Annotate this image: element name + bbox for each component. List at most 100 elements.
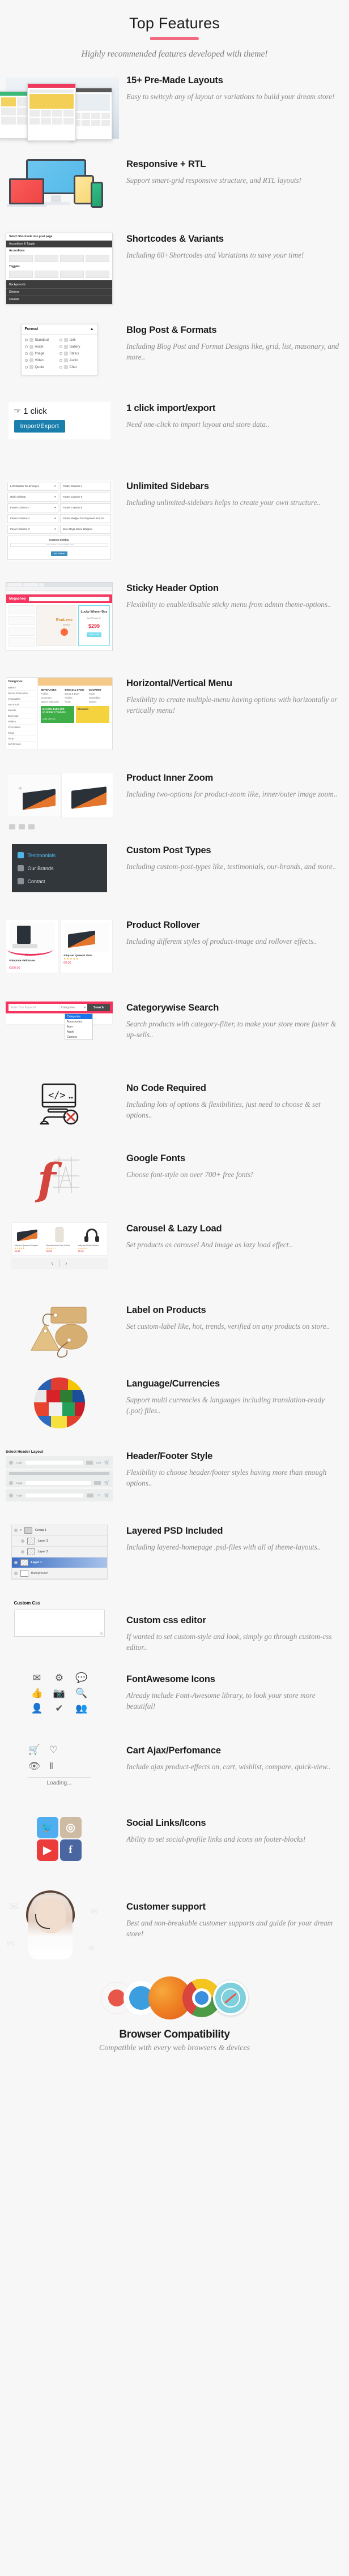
header-layout-option-1[interactable]: Logo Cart 🛒 bbox=[6, 1456, 113, 1469]
carousel-item[interactable]: Reprehenderit Sed In Sed ★★★☆☆ $$.$$ bbox=[44, 1223, 75, 1255]
radio-icon[interactable] bbox=[59, 352, 62, 355]
menu-category-item[interactable]: Soft Drinker bbox=[8, 742, 36, 747]
search-button[interactable]: Search bbox=[87, 1004, 110, 1011]
menu-category-item[interactable]: Bakery bbox=[8, 685, 36, 691]
chevron-up-icon[interactable]: ▲ bbox=[90, 327, 94, 331]
store-banner[interactable]: ExoLens Series bbox=[36, 605, 76, 646]
cpt-menu-item-testimonials[interactable]: Testimonials bbox=[12, 849, 107, 862]
dropdown-option[interactable]: Accessories bbox=[65, 1019, 92, 1024]
radio-icon[interactable] bbox=[24, 339, 28, 341]
sidebar-row[interactable]: Footer Column 4 bbox=[60, 482, 111, 491]
category-dropdown[interactable]: Categories Accessories Acer Apple Camera bbox=[65, 1013, 93, 1040]
menu-column-item[interactable]: Bread & Dairy bbox=[65, 692, 85, 695]
carousel-nav[interactable]: ‹ › bbox=[11, 1258, 108, 1269]
menu-category-item[interactable]: Sweets bbox=[8, 708, 36, 713]
menu-category-item[interactable]: Chocolates bbox=[8, 725, 36, 730]
chevron-down-icon[interactable]: ▾ bbox=[54, 506, 56, 510]
product-card[interactable] bbox=[8, 605, 35, 614]
product-card[interactable]: 🛒 ♡ ∥ Voluptate Velit Esse ☆☆☆☆☆ €500.00 bbox=[6, 919, 58, 973]
menu-column-item[interactable]: Sweets bbox=[89, 700, 109, 703]
header-layout-option-2[interactable]: Logo 🛒 bbox=[6, 1470, 113, 1487]
menu-column-item[interactable]: Vegetables bbox=[89, 696, 109, 699]
dropdown-option[interactable]: Apple bbox=[65, 1029, 92, 1034]
product-thumbnails[interactable] bbox=[9, 824, 35, 829]
browser-tabs[interactable] bbox=[6, 583, 112, 587]
format-option[interactable]: Image bbox=[24, 352, 59, 356]
eye-icon[interactable] bbox=[20, 1550, 24, 1554]
header-layout-option-3[interactable]: Logo ☺ 🛒 bbox=[6, 1489, 113, 1501]
import-export-button[interactable]: Import/Export bbox=[14, 420, 66, 433]
radio-icon[interactable] bbox=[59, 345, 62, 348]
youtube-icon[interactable]: ▶ bbox=[36, 1839, 58, 1862]
radio-icon[interactable] bbox=[59, 366, 62, 369]
menu-category-item[interactable]: Kings bbox=[8, 730, 36, 736]
carousel-item[interactable]: Aliquam Quaerat Voluptat... ★★★★★ $$.$$ bbox=[12, 1223, 44, 1255]
sidebar-row[interactable]: Right Sidebar ▾ bbox=[7, 493, 58, 502]
chevron-down-icon[interactable]: ▾ bbox=[20, 1529, 22, 1532]
dropdown-option[interactable]: Acer bbox=[65, 1024, 92, 1029]
sidebar-row[interactable]: Footer Column 3 ▾ bbox=[7, 525, 58, 534]
chevron-down-icon[interactable]: ▾ bbox=[54, 495, 56, 499]
menu-category-item[interactable]: Spices Ediocation bbox=[8, 691, 36, 696]
carousel-item[interactable]: Voluptas Nulla Pariatur ★★★★☆ $$.$$ bbox=[75, 1223, 107, 1255]
menu-category-item[interactable]: Beverage bbox=[8, 713, 36, 719]
search-input[interactable]: Enter Your Keyword.. bbox=[8, 1004, 59, 1011]
format-option[interactable]: Aside bbox=[24, 345, 59, 349]
sidebar-row[interactable]: Max Mega Menu Widgets bbox=[60, 525, 111, 534]
dropdown-option[interactable]: Categories bbox=[65, 1014, 92, 1019]
twitter-icon[interactable]: 🐦 bbox=[36, 1817, 58, 1839]
format-option[interactable]: Audio bbox=[59, 358, 94, 362]
browser-url-bar[interactable] bbox=[6, 587, 112, 591]
menu-column-item[interactable]: Pickles bbox=[41, 692, 61, 695]
cpt-menu-item-contact[interactable]: Contact bbox=[12, 875, 107, 888]
carousel-next-button[interactable]: › bbox=[65, 1260, 67, 1267]
radio-icon[interactable] bbox=[59, 359, 62, 362]
format-option[interactable]: Status bbox=[59, 352, 94, 356]
store-promo[interactable]: Lucky Winner Box Get iPhone 7+ $299 SHOP… bbox=[78, 605, 110, 646]
radio-icon[interactable] bbox=[24, 359, 28, 362]
instagram-icon[interactable]: ◎ bbox=[59, 1817, 82, 1839]
sidebar-row[interactable]: Left Sidebar for all pages ▾ bbox=[7, 482, 58, 491]
psd-layer-row[interactable]: Layer 2 bbox=[11, 1547, 107, 1557]
format-option[interactable]: Quote bbox=[24, 365, 59, 369]
sidebar-row[interactable]: Footer Column 6 bbox=[60, 503, 111, 512]
psd-layer-row[interactable]: Background bbox=[11, 1568, 107, 1579]
format-option[interactable]: Chat bbox=[59, 365, 94, 369]
custom-sidebar-input[interactable]: Enter Name of New Widget Area bbox=[10, 543, 108, 547]
eye-icon[interactable] bbox=[14, 1561, 18, 1564]
eye-icon[interactable] bbox=[14, 1572, 18, 1575]
cpt-menu-item-our-brands[interactable]: Our Brands bbox=[12, 862, 107, 875]
menu-column-item[interactable]: Gourmant bbox=[41, 696, 61, 699]
psd-layer-row-selected[interactable]: Layer 1 bbox=[11, 1557, 107, 1568]
format-option[interactable]: Standard bbox=[24, 338, 59, 342]
radio-icon[interactable] bbox=[24, 366, 28, 369]
store-search-input[interactable] bbox=[28, 596, 109, 601]
radio-icon[interactable] bbox=[24, 345, 28, 348]
product-card[interactable]: Aliquam Quaerat Volu... ★★★★★ €9.00 bbox=[60, 919, 113, 973]
menu-column-item[interactable]: Fruits bbox=[65, 700, 85, 703]
carousel-prev-button[interactable]: ‹ bbox=[51, 1260, 53, 1267]
radio-icon[interactable] bbox=[24, 352, 28, 355]
dropdown-option[interactable]: Camera bbox=[65, 1034, 92, 1039]
sidebar-row[interactable]: Footer Column 1 ▾ bbox=[7, 503, 58, 512]
product-card[interactable] bbox=[8, 637, 35, 647]
menu-category-item[interactable]: Vegetables bbox=[8, 696, 36, 702]
custom-css-textarea[interactable] bbox=[14, 1610, 105, 1637]
facebook-icon[interactable]: f bbox=[59, 1839, 82, 1862]
sidebar-row[interactable]: Footer Widget For Payment Icon Or.. bbox=[60, 514, 111, 523]
product-card[interactable] bbox=[8, 627, 35, 636]
menu-category-item[interactable]: Pickles bbox=[8, 719, 36, 725]
menu-promo-green[interactable]: Get 20% Extra Off! on all Dairy Products… bbox=[41, 706, 74, 723]
chevron-down-icon[interactable]: ▾ bbox=[54, 517, 56, 520]
chevron-down-icon[interactable]: ▾ bbox=[54, 528, 56, 531]
menu-promo-yellow[interactable]: Discount bbox=[76, 706, 109, 723]
menu-category-item[interactable]: Shop bbox=[8, 736, 36, 742]
menu-column-item[interactable]: Fruits bbox=[89, 692, 109, 695]
chevron-down-icon[interactable]: ▾ bbox=[54, 485, 56, 488]
promo-shop-now-button[interactable]: SHOP NOW bbox=[86, 632, 102, 637]
menu-column-item[interactable]: Pickles bbox=[65, 696, 85, 699]
add-sidebar-button[interactable]: Add Sidebar bbox=[50, 551, 68, 556]
sidebar-row[interactable]: Footer Column 2 ▾ bbox=[7, 514, 58, 523]
chevron-down-icon[interactable]: ▾ bbox=[84, 1006, 86, 1009]
eye-icon[interactable] bbox=[20, 1539, 24, 1543]
